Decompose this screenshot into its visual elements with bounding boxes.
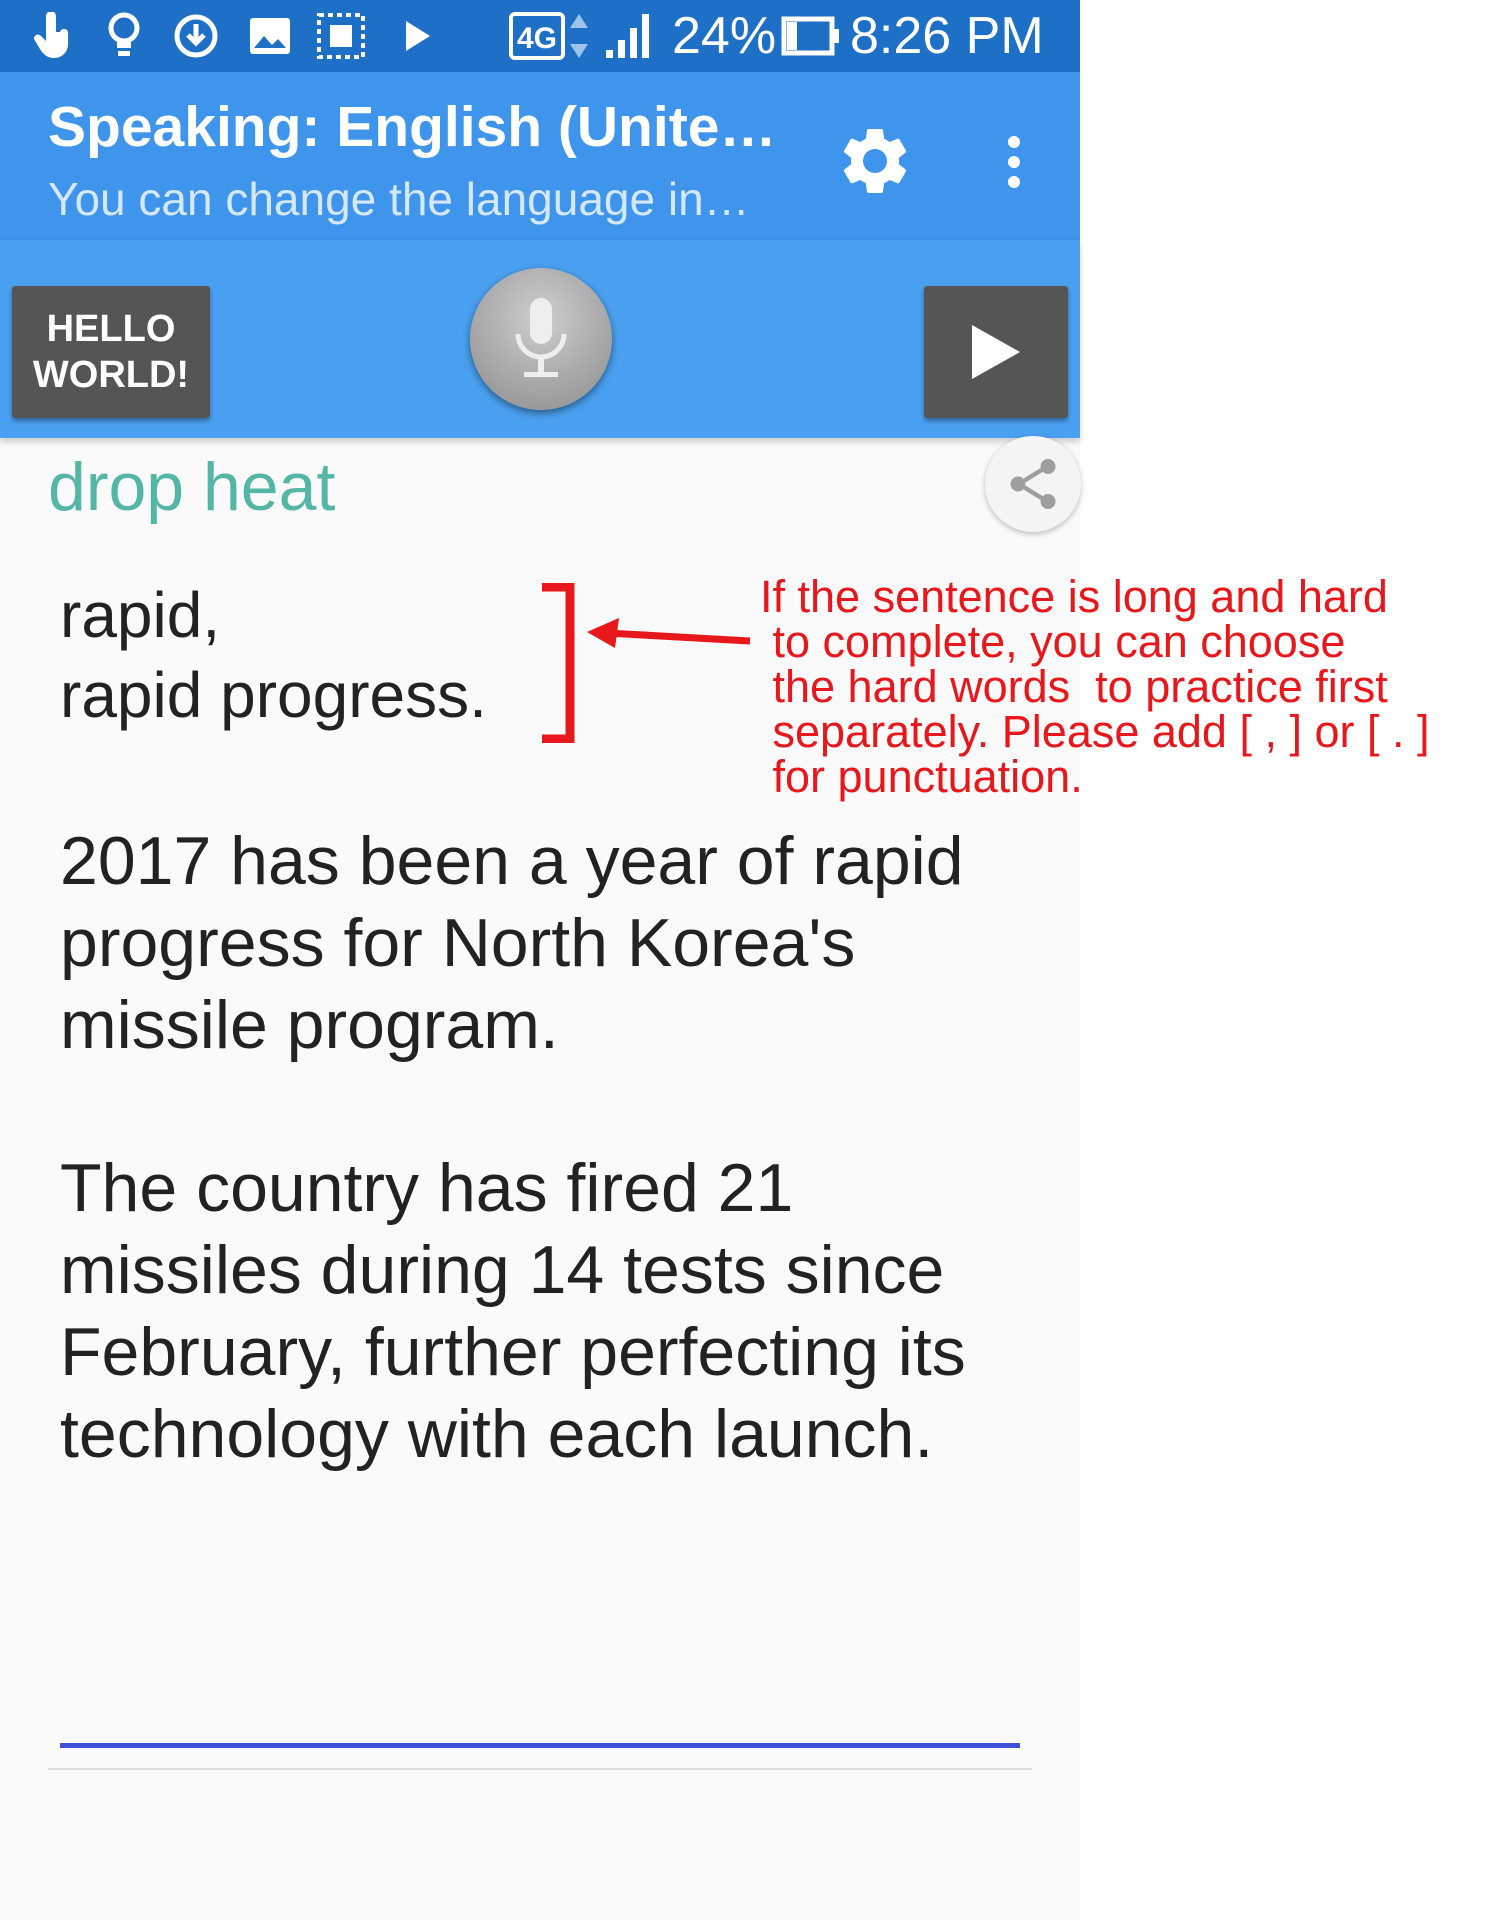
divider [48,1768,1032,1770]
bulb-icon [104,10,144,62]
bracket-mark [542,583,575,743]
page-subtitle: You can change the language in… [48,173,750,225]
network-label: 4G [517,22,557,55]
more-options-button[interactable] [990,122,1038,202]
answer-input[interactable] [60,1706,1020,1742]
annotation-arrow [587,618,751,648]
microphone-icon [515,298,567,377]
paragraph[interactable]: 2017 has been a year of rapid progress f… [60,820,1020,1066]
download-icon [170,10,222,62]
image-icon [246,10,294,62]
share-button[interactable] [985,436,1081,532]
page-title: Speaking: English (Unite… [48,95,777,159]
input-underline [60,1743,1020,1748]
paragraph[interactable]: The country has fired 21 missiles during… [60,1147,1020,1475]
hello-world-button[interactable]: HELLO WORLD! [12,286,210,418]
battery-icon [780,10,842,62]
practice-phrase[interactable]: rapid progress. [60,658,487,732]
play-store-icon [400,10,436,62]
app-bar: Speaking: English (Unite… You can change… [0,72,1080,240]
play-icon [972,325,1020,379]
control-strip: HELLO WORLD! [0,240,1080,438]
practice-phrase[interactable]: rapid, [60,578,220,652]
answer-input-area[interactable] [60,1706,1020,1748]
touch-icon [28,10,80,62]
app-screen: 4G 24% 8:26 PM Speaking: English (Unite…… [0,0,1081,1920]
microphone-button[interactable] [470,268,612,410]
screenshot-icon [314,10,368,62]
phrase-header: drop heat [48,449,336,525]
status-bar: 4G 24% 8:26 PM [0,0,1080,72]
share-icon [1010,459,1056,509]
battery-percent: 24% [672,7,777,65]
settings-button[interactable] [830,116,920,206]
network-4g-icon: 4G [508,10,604,62]
annotation-note: If the sentence is long and hard to comp… [760,571,1430,802]
clock: 8:26 PM [850,7,1044,65]
gear-icon [843,128,907,193]
signal-icon [604,10,654,62]
more-vert-icon [1008,136,1020,188]
play-button[interactable] [924,286,1068,418]
